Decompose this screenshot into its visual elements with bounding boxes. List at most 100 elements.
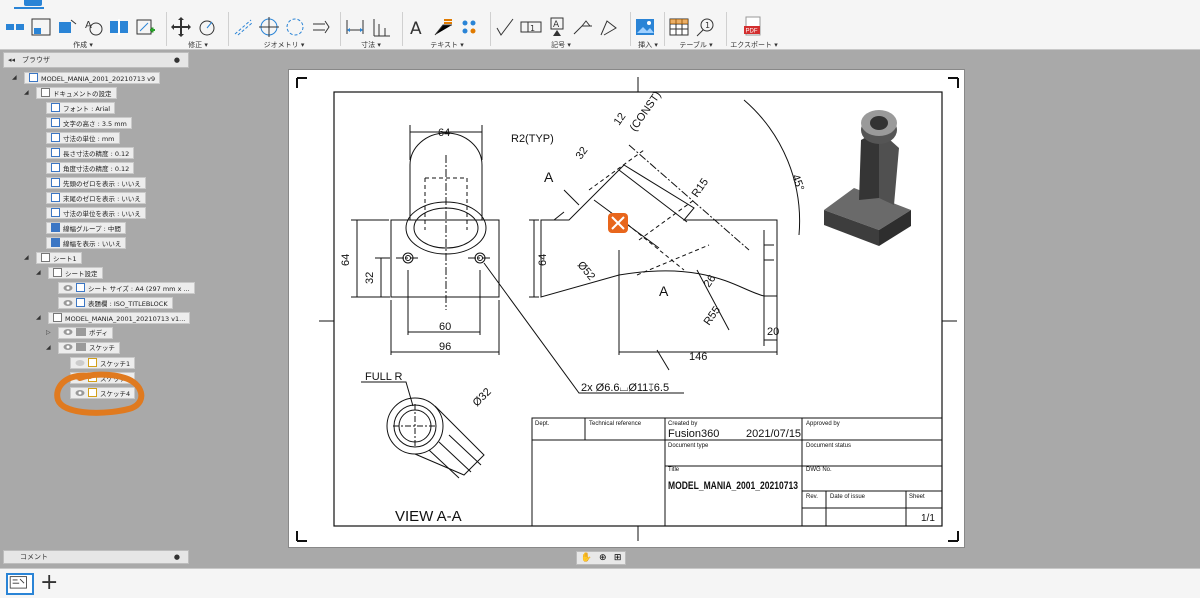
- edge-symbol-icon[interactable]: [598, 16, 620, 38]
- center-pattern-icon[interactable]: [284, 16, 306, 38]
- edge-extension-icon[interactable]: [310, 16, 332, 38]
- dim-const: (CONST): [628, 89, 664, 133]
- create-group-label[interactable]: 作成 ▾: [4, 40, 162, 50]
- insert-image-icon[interactable]: [634, 16, 656, 38]
- tree-item-font[interactable]: フォント : Arial: [46, 102, 116, 114]
- pdf-export-icon[interactable]: PDF: [742, 16, 764, 38]
- zoom-icon[interactable]: ⊕: [599, 553, 607, 563]
- eye-icon[interactable]: [63, 343, 73, 351]
- eye-icon[interactable]: [63, 284, 73, 292]
- browser-header: ◂◂ ブラウザ ●: [3, 52, 189, 68]
- detail-view-icon[interactable]: A: [82, 16, 104, 38]
- pan-icon[interactable]: ✋: [581, 553, 592, 563]
- dim-64-top: 64: [438, 127, 450, 139]
- browser-close-icon[interactable]: ●: [174, 53, 180, 67]
- text-height-icon: [51, 118, 60, 127]
- ordinate-dimension-icon[interactable]: [370, 16, 392, 38]
- tree-item-lineweight-group[interactable]: 線幅グループ : 中間: [46, 222, 126, 234]
- tree-item-show-units[interactable]: 寸法の単位を表示 : いいえ: [46, 207, 146, 219]
- insert-group: 挿入 ▾: [634, 10, 662, 50]
- move-icon[interactable]: [170, 16, 192, 38]
- tb-dwg-no: DWG No.: [806, 467, 832, 473]
- sheet-size-icon: [76, 283, 85, 292]
- linear-precision-icon: [51, 148, 60, 157]
- surface-texture-icon[interactable]: [494, 16, 516, 38]
- text-icon[interactable]: A: [406, 16, 428, 38]
- table-icon[interactable]: [668, 16, 690, 38]
- eye-icon[interactable]: [63, 328, 73, 336]
- section-view-icon[interactable]: [56, 16, 78, 38]
- symbol-group-label[interactable]: 記号 ▾: [494, 40, 628, 50]
- tree-item-trailing-zeros[interactable]: 末尾のゼロを表示 : いいえ: [46, 192, 146, 204]
- geometry-group-label[interactable]: ジオメトリ ▾: [232, 40, 336, 50]
- centerline-icon[interactable]: [232, 16, 254, 38]
- font-icon: [51, 103, 60, 112]
- drawing-canvas: 64 64 32 60 96 2x Ø6.6⌴Ø11↧6.5 R2(TYP) 3…: [296, 77, 959, 542]
- sketch-icon[interactable]: [134, 16, 156, 38]
- tree-item-dim-unit[interactable]: 寸法の単位 : mm: [46, 132, 120, 144]
- collapse-browser-button[interactable]: ◂◂: [8, 53, 15, 67]
- title-block: [531, 417, 943, 527]
- tree-item-angular-precision[interactable]: 角度寸法の精度 : 0.12: [46, 162, 135, 174]
- tb-created-by: Created by: [668, 421, 697, 427]
- tb-document-status: Document status: [806, 443, 851, 449]
- export-group: PDF エクスポート ▾: [730, 10, 778, 50]
- weld-symbol-icon[interactable]: [572, 16, 594, 38]
- dimension-group-label[interactable]: 寸法 ▾: [344, 40, 398, 50]
- feature-control-frame-icon[interactable]: 1: [520, 16, 542, 38]
- note-icon[interactable]: [458, 16, 480, 38]
- tree-item-sheet-size[interactable]: シート サイズ : A4 (297 mm x ...: [58, 282, 195, 294]
- add-sheet-button[interactable]: +: [40, 571, 58, 595]
- tb-technical-reference: Technical reference: [589, 421, 642, 427]
- table-group-label[interactable]: テーブル ▾: [668, 40, 724, 50]
- dimension-icon[interactable]: [344, 16, 366, 38]
- insert-group-label[interactable]: 挿入 ▾: [634, 40, 662, 50]
- svg-text:A: A: [410, 19, 422, 38]
- dim-64-side: 64: [537, 254, 549, 266]
- text-group-label[interactable]: テキスト ▾: [406, 40, 488, 50]
- datum-identifier-icon[interactable]: A: [546, 16, 568, 38]
- drawing-sheet[interactable]: 64 64 32 60 96 2x Ø6.6⌴Ø11↧6.5 R2(TYP) 3…: [288, 69, 965, 548]
- balloon-icon[interactable]: 1: [694, 16, 716, 38]
- dim-12: 12: [612, 111, 629, 128]
- tree-item-show-lineweight[interactable]: 線幅を表示 : いいえ: [46, 237, 127, 249]
- tree-label: シート設定: [65, 270, 98, 278]
- export-group-label[interactable]: エクスポート ▾: [730, 40, 778, 50]
- break-view-icon[interactable]: [108, 16, 130, 38]
- tree-label: 末尾のゼロを表示 : いいえ: [63, 195, 141, 203]
- center-mark-icon[interactable]: [258, 16, 280, 38]
- tree-label: スケッチ: [89, 344, 115, 352]
- svg-text:A: A: [553, 20, 560, 30]
- leading-zero-icon: [51, 178, 60, 187]
- comments-panel-header[interactable]: コメント ●: [3, 550, 189, 564]
- section-view: [361, 381, 485, 479]
- eye-icon[interactable]: [75, 359, 85, 367]
- dim-146: 146: [689, 351, 707, 363]
- comments-toggle-icon[interactable]: ●: [174, 551, 180, 563]
- view-a-a-label: VIEW A-A: [395, 508, 462, 525]
- highlight-annotation: [54, 371, 145, 416]
- eye-icon[interactable]: [63, 299, 73, 307]
- tree-label: 表題欄 : ISO_TITLEBLOCK: [88, 300, 168, 308]
- tb-title-label: Title: [668, 467, 680, 473]
- rotate-icon[interactable]: [196, 16, 218, 38]
- tree-item-linear-precision[interactable]: 長さ寸法の精度 : 0.12: [46, 147, 135, 159]
- modify-group-label[interactable]: 修正 ▾: [170, 40, 226, 50]
- create-group: A 作成 ▾: [4, 10, 162, 50]
- navigation-controls: ✋ ⊕ ⊞: [576, 551, 626, 565]
- leader-icon[interactable]: [432, 16, 454, 38]
- tb-approved-by: Approved by: [806, 421, 840, 427]
- projected-view-icon[interactable]: [30, 16, 52, 38]
- tree-item-text-height[interactable]: 文字の高さ : 3.5 mm: [46, 117, 132, 129]
- tree-item-title-block[interactable]: 表題欄 : ISO_TITLEBLOCK: [58, 297, 173, 309]
- angular-precision-icon: [51, 163, 60, 172]
- tree-label: フォント : Arial: [63, 105, 111, 113]
- tree-label: MODEL_MANIA_2001_20210713 v1...: [65, 315, 186, 323]
- sheet-thumbnail[interactable]: [6, 573, 34, 595]
- tree-item-leading-zeros[interactable]: 先頭のゼロを表示 : いいえ: [46, 177, 146, 189]
- tb-dept: Dept.: [535, 421, 550, 427]
- base-view-icon[interactable]: [4, 16, 26, 38]
- zoom-window-icon[interactable]: ⊞: [614, 553, 622, 563]
- tree-label: 角度寸法の精度 : 0.12: [63, 165, 130, 173]
- dim-32-left: 32: [364, 272, 376, 284]
